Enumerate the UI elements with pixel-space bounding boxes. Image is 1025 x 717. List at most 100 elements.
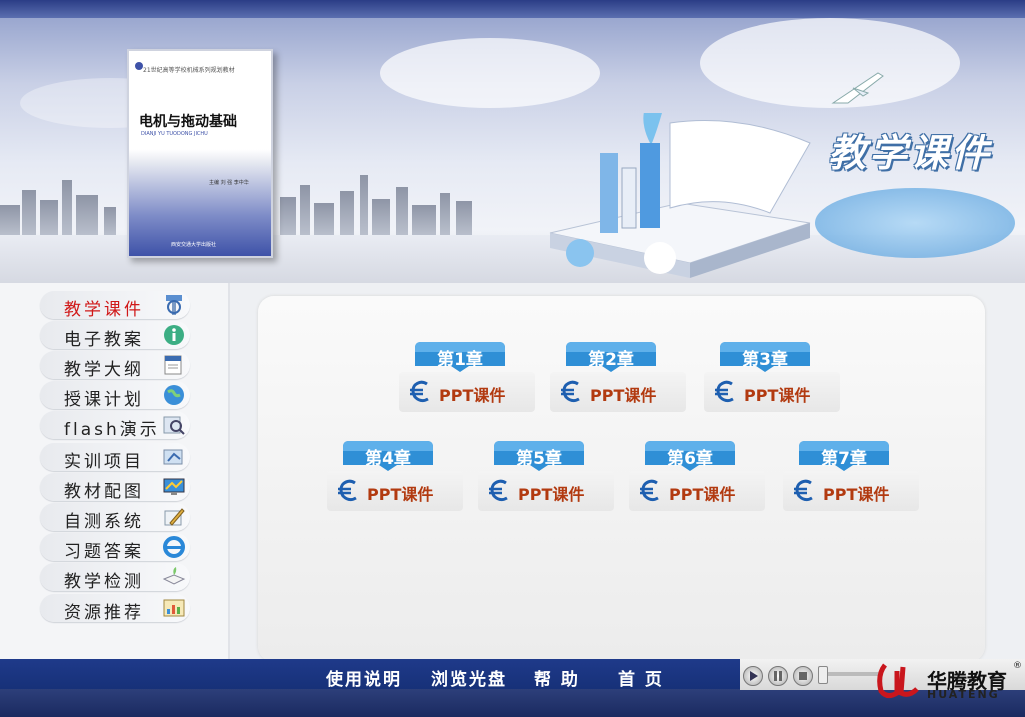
euro-icon [410,380,429,403]
news-icon [164,355,182,375]
sidebar-item-label: flash演示 [64,420,160,440]
slider-thumb[interactable] [818,666,828,684]
publisher-logo-icon [135,62,143,70]
chapter-tab[interactable]: 第1章 [415,342,505,372]
chapter-title: 第1章 [437,350,483,370]
chapter-card-3: 第3章 PPT课件 [704,342,840,412]
ppt-link-label: PPT课件 [823,485,890,504]
chapter-card-1: 第1章 PPT课件 [399,342,535,412]
nav-instructions-link[interactable]: 使用说明 [326,665,402,690]
book-title: 电机与拖动基础 [139,114,237,130]
book-cover: 21世纪高等学校机械系列规划教材 电机与拖动基础 DIANJI YU TUODO… [127,49,273,258]
play-icon [750,671,758,681]
footer-strip [0,689,1025,717]
euro-icon [794,479,813,502]
sidebar-item-textbook-figures[interactable]: 教材配图 [40,473,190,502]
ppt-link[interactable]: PPT课件 [550,372,686,412]
euro-icon [489,479,508,502]
sidebar-item-syllabus[interactable]: 教学大纲 [40,351,190,380]
chapter-tab[interactable]: 第7章 [799,441,889,471]
sidebar-item-resource-recommendation[interactable]: 资源推荐 [40,594,190,623]
open-book-illustration [549,113,811,278]
chapter-tab[interactable]: 第3章 [720,342,810,372]
book-series: 21世纪高等学校机械系列规划教材 [143,67,235,74]
ppt-link[interactable]: PPT课件 [704,372,840,412]
chapter-title: 第2章 [588,350,634,370]
stop-button[interactable] [793,666,813,686]
chapter-card-6: 第6章 PPT课件 [629,441,765,511]
chapter-tab[interactable]: 第5章 [494,441,584,471]
sidebar-item-label: 电子教案 [64,330,144,350]
ppt-link[interactable]: PPT课件 [783,471,919,511]
cloud [380,38,600,108]
huateng-logo-icon [877,663,919,699]
ppt-link[interactable]: PPT课件 [399,372,535,412]
tools-icon [163,449,183,465]
chapter-title: 第5章 [516,449,562,469]
chapter-title: 第6章 [667,449,713,469]
monitor-icon [163,478,185,495]
play-button[interactable] [743,666,763,686]
ppt-link[interactable]: PPT课件 [327,471,463,511]
ppt-link-label: PPT课件 [367,485,434,504]
sidebar-item-label: 教学课件 [64,300,144,320]
banner-title: 教学课件 [828,131,993,175]
ppt-link-label: PPT课件 [744,386,811,405]
chapter-tab[interactable]: 第6章 [645,441,735,471]
chart-icon [163,599,185,617]
book-subtitle: DIANJI YU TUODONG JICHU [141,131,208,137]
nav-help-link[interactable]: 帮 助 [534,665,580,690]
ppt-link-label: PPT课件 [439,386,506,405]
nav-browse-disc-link[interactable]: 浏览光盘 [431,665,507,690]
sidebar-item-label: 教材配图 [64,482,144,502]
pointer-icon [166,295,182,315]
top-bar [0,0,1025,18]
sidebar-item-label: 自测系统 [64,512,144,532]
sidebar-item-teaching-courseware[interactable]: 教学课件 [40,291,190,320]
sidebar-item-label: 习题答案 [64,542,144,562]
chapter-tab[interactable]: 第2章 [566,342,656,372]
footer: 使用说明 浏览光盘 帮 助 首 页 华腾教育 HUATENG ® [0,659,1025,717]
chapter-card-5: 第5章 PPT课件 [478,441,614,511]
pause-icon [774,671,782,681]
sidebar-item-teaching-assessment[interactable]: 教学检测 [40,563,190,592]
chapter-title: 第3章 [742,350,788,370]
brand-logo: 华腾教育 HUATENG ® [875,661,1025,701]
ie-icon [163,536,185,558]
sidebar-item-label: 教学大纲 [64,360,144,380]
book-publisher: 西安交通大学出版社 [171,242,217,248]
brand-subtitle: HUATENG [927,688,1000,701]
ppt-link-label: PPT课件 [669,485,736,504]
sidebar-item-exercise-answers[interactable]: 习题答案 [40,533,190,562]
magnifier-icon [163,416,185,435]
nav-home-link[interactable]: 首 页 [618,665,664,690]
chapter-title: 第7章 [821,449,867,469]
chapter-tab[interactable]: 第4章 [343,441,433,471]
ppt-link[interactable]: PPT课件 [478,471,614,511]
sidebar-item-label: 资源推荐 [64,603,144,623]
euro-icon [561,380,580,403]
city-skyline [0,155,600,235]
sidebar-item-flash-demo[interactable]: flash演示 [40,411,190,440]
chapter-card-7: 第7章 PPT课件 [783,441,919,511]
pool-illustration [815,188,1015,258]
sidebar-item-teaching-plan[interactable]: 授课计划 [40,381,190,410]
sidebar-item-training-projects[interactable]: 实训项目 [40,443,190,472]
book-icon [162,567,186,585]
chapter-card-2: 第2章 PPT课件 [550,342,686,412]
ppt-link[interactable]: PPT课件 [629,471,765,511]
euro-icon [715,380,734,403]
airplane-icon [831,72,884,104]
pencil-icon [164,508,185,526]
pause-button[interactable] [768,666,788,686]
globe-icon [164,385,184,405]
sidebar-item-electronic-lesson-plan[interactable]: 电子教案 [40,321,190,350]
ppt-link-label: PPT课件 [518,485,585,504]
euro-icon [338,479,357,502]
euro-icon [640,479,659,502]
sidebar-item-label: 授课计划 [64,390,144,410]
progress-slider[interactable] [822,672,882,676]
sidebar-item-self-test[interactable]: 自测系统 [40,503,190,532]
ppt-link-label: PPT课件 [590,386,657,405]
sidebar: 教学课件 电子教案 教学大纲 授课计划 flash演示 实训项目 教材配图 自测… [0,283,230,659]
